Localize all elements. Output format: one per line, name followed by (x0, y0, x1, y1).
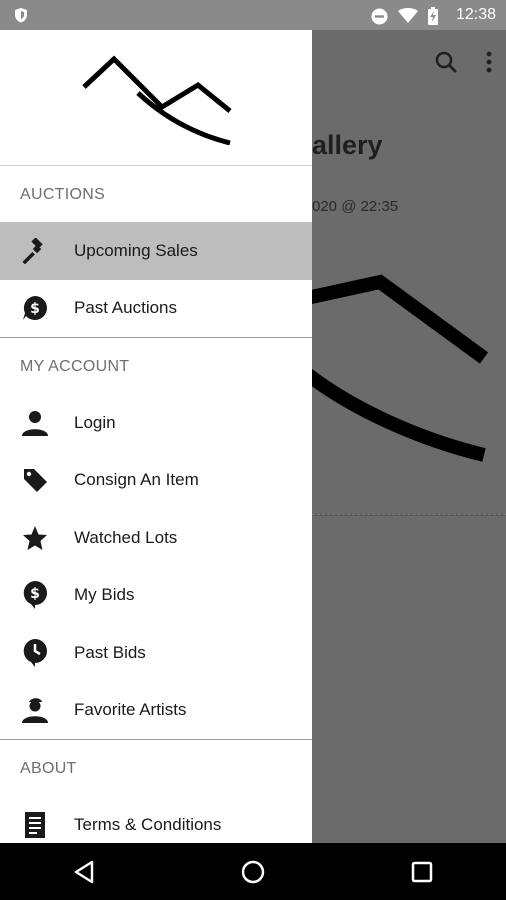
drawer-item-past-auctions[interactable]: $ Past Auctions (0, 280, 312, 338)
document-icon (20, 810, 50, 840)
dollar-pin-icon: $ (20, 580, 50, 610)
drawer-item-label: Consign An Item (74, 470, 199, 490)
section-label-auctions: AUCTIONS (20, 186, 106, 203)
home-icon[interactable] (223, 843, 283, 900)
system-nav-bar (0, 843, 506, 900)
do-not-disturb-icon (371, 8, 388, 25)
person-icon (20, 408, 50, 438)
tag-icon (20, 465, 50, 495)
gallery-logo-large (250, 270, 506, 475)
navigation-drawer: AUCTIONS Upcoming Sales $ Past Auctions … (0, 30, 312, 843)
shield-icon (14, 7, 28, 28)
drawer-item-label: Upcoming Sales (74, 240, 198, 260)
wifi-icon (398, 8, 418, 24)
drawer-item-consign-an-item[interactable]: Consign An Item (0, 452, 312, 510)
drawer-item-label: Favorite Artists (74, 700, 187, 720)
gavel-icon (20, 236, 50, 266)
drawer-item-label: Login (74, 412, 116, 432)
battery-charging-icon (428, 7, 438, 25)
section-label-about: ABOUT (20, 760, 77, 777)
section-label-my-account: MY ACCOUNT (20, 358, 130, 375)
content-divider (312, 514, 506, 516)
back-icon[interactable] (54, 843, 114, 900)
svg-text:$: $ (30, 301, 40, 317)
drawer-item-login[interactable]: Login (0, 394, 312, 452)
dollar-bubble-icon: $ (20, 293, 50, 323)
more-options-icon[interactable] (486, 51, 492, 78)
status-bar: 12:38 (0, 0, 506, 30)
recents-icon[interactable] (392, 843, 452, 900)
app-logo (76, 45, 236, 150)
drawer-item-label: My Bids (74, 585, 135, 605)
artist-icon (20, 695, 50, 725)
drawer-item-my-bids[interactable]: $ My Bids (0, 567, 312, 625)
drawer-item-favorite-artists[interactable]: Favorite Artists (0, 682, 312, 740)
search-icon[interactable] (434, 50, 458, 79)
status-time: 12:38 (455, 6, 496, 23)
drawer-header (0, 30, 312, 166)
drawer-item-label: Terms & Conditions (74, 814, 222, 834)
drawer-item-label: Past Bids (74, 642, 146, 662)
clock-pin-icon (20, 638, 50, 668)
drawer-item-label: Watched Lots (74, 527, 178, 547)
svg-text:$: $ (30, 586, 40, 602)
auction-date: 020 @ 22:35 (312, 198, 399, 215)
star-icon (20, 523, 50, 553)
drawer-item-upcoming-sales[interactable]: Upcoming Sales (0, 222, 312, 280)
drawer-item-terms-and-conditions[interactable]: Terms & Conditions (0, 796, 312, 843)
drawer-item-label: Past Auctions (74, 298, 178, 318)
drawer-item-watched-lots[interactable]: Watched Lots (0, 509, 312, 567)
drawer-item-past-bids[interactable]: Past Bids (0, 624, 312, 682)
gallery-title: allery (312, 130, 383, 160)
